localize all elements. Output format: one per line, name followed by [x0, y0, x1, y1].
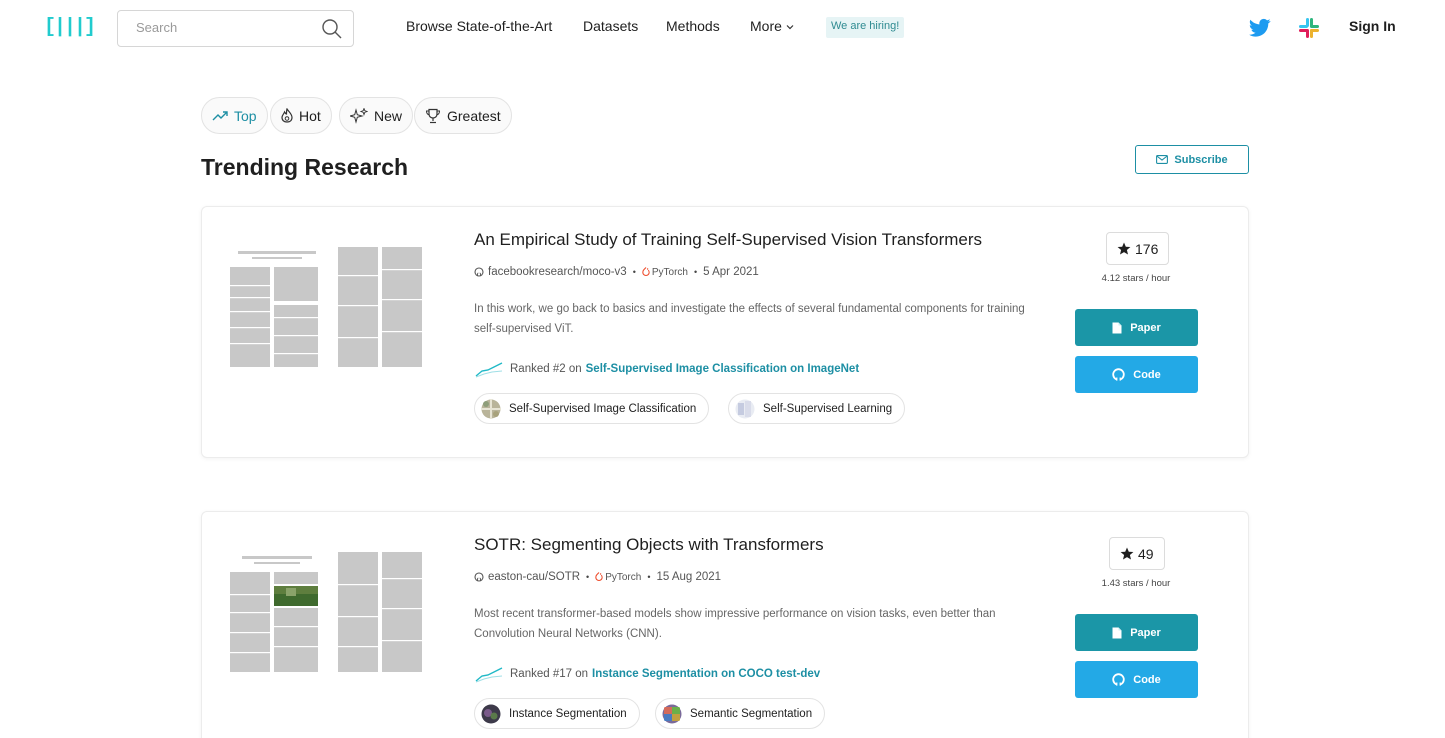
code-button-label: Code [1133, 673, 1161, 686]
tab-new-label: New [374, 107, 403, 124]
github-icon [474, 572, 484, 582]
flame-icon [281, 108, 293, 123]
separator-dot: • [647, 572, 651, 582]
subscribe-button[interactable]: Subscribe [1135, 145, 1249, 174]
nav-more-label: More [750, 18, 782, 34]
pytorch-icon [595, 572, 603, 582]
framework-label: PyTorch [605, 571, 642, 583]
tab-top-label: Top [234, 107, 257, 124]
paper-thumbnail[interactable] [224, 550, 434, 676]
paper-title[interactable]: An Empirical Study of Training Self-Supe… [474, 230, 982, 250]
task-thumbnail-icon [481, 704, 501, 723]
paper-button-label: Paper [1130, 626, 1161, 639]
tab-top[interactable]: Top [201, 97, 268, 134]
paper-card: SOTR: Segmenting Objects with Transforme… [201, 511, 1249, 738]
sparkles-icon [350, 107, 368, 124]
rank-benchmark-link[interactable]: Instance Segmentation on COCO test-dev [592, 668, 820, 680]
task-tag-label: Semantic Segmentation [690, 707, 813, 720]
task-tag-label: Self-Supervised Image Classification [509, 402, 697, 415]
star-icon [1120, 547, 1134, 560]
paper-title[interactable]: SOTR: Segmenting Objects with Transforme… [474, 535, 824, 555]
paper-abstract: In this work, we go back to basics and i… [474, 303, 1025, 335]
separator-dot: • [586, 572, 590, 582]
code-button[interactable]: Code [1075, 356, 1198, 393]
paper-meta: facebookresearch/moco-v3 • PyTorch • 5 A… [474, 266, 759, 278]
chevron-down-icon [786, 25, 794, 30]
document-icon [1112, 322, 1122, 333]
star-count: 49 [1138, 545, 1154, 562]
subscribe-label: Subscribe [1174, 153, 1228, 166]
github-stars: 49 [1109, 537, 1165, 570]
task-thumbnail-icon [481, 398, 501, 419]
star-count: 176 [1135, 240, 1159, 257]
hiring-badge[interactable]: We are hiring! [826, 17, 905, 38]
sign-in-link[interactable]: Sign In [1349, 18, 1396, 34]
papers-with-code-logo[interactable]: [|||] [44, 16, 96, 40]
sota-chart-icon [475, 362, 503, 378]
nav-datasets[interactable]: Datasets [583, 18, 638, 34]
github-icon [1112, 673, 1125, 686]
rank-text: Ranked #17 on [510, 668, 589, 680]
separator-dot: • [694, 267, 698, 277]
tab-hot-label: Hot [299, 107, 321, 124]
search-icon[interactable] [321, 18, 343, 40]
framework-label: PyTorch [651, 266, 688, 278]
paper-card: An Empirical Study of Training Self-Supe… [201, 206, 1249, 458]
separator-dot: • [632, 267, 636, 277]
paper-meta: easton-cau/SOTR • PyTorch • 15 Aug 2021 [474, 571, 721, 583]
pytorch-icon [642, 267, 650, 277]
paper-abstract: Most recent transformer-based models sho… [474, 608, 996, 640]
task-tag-label: Instance Segmentation [509, 707, 627, 720]
github-stars: 176 [1106, 232, 1170, 265]
tab-new[interactable]: New [339, 97, 414, 134]
task-thumbnail-icon [662, 704, 682, 723]
code-button[interactable]: Code [1075, 661, 1198, 698]
stars-per-hour: 1.43 stars / hour [1101, 578, 1171, 589]
task-tag[interactable]: Instance Segmentation [474, 698, 640, 729]
nav-more[interactable]: More [750, 18, 795, 34]
github-icon [474, 267, 484, 277]
nav-methods[interactable]: Methods [666, 18, 720, 34]
repo-link[interactable]: facebookresearch/moco-v3 [488, 266, 627, 278]
paper-date: 5 Apr 2021 [703, 266, 759, 278]
stars-per-hour: 4.12 stars / hour [1101, 273, 1171, 284]
paper-button-label: Paper [1130, 321, 1161, 334]
document-icon [1112, 627, 1122, 638]
repo-link[interactable]: easton-cau/SOTR [488, 571, 580, 583]
task-thumbnail-icon [735, 399, 755, 418]
top-navbar: [|||] Browse State-of-the-Art Datasets M… [0, 0, 1445, 56]
slack-icon[interactable] [1298, 17, 1320, 39]
paper-button[interactable]: Paper [1075, 309, 1198, 346]
page-title: Trending Research [201, 154, 409, 180]
envelope-icon [1156, 155, 1169, 164]
nav-browse-sota[interactable]: Browse State-of-the-Art [406, 18, 552, 34]
task-tag[interactable]: Semantic Segmentation [655, 698, 826, 729]
rank-text: Ranked #2 on [510, 363, 582, 375]
star-icon [1117, 242, 1131, 255]
ranking-line: Ranked #17 on Instance Segmentation on C… [474, 664, 820, 684]
paper-date: 15 Aug 2021 [656, 571, 722, 583]
search-input[interactable] [136, 20, 316, 35]
search-box [117, 10, 354, 47]
code-button-label: Code [1133, 368, 1161, 381]
paper-button[interactable]: Paper [1075, 614, 1198, 651]
sota-chart-icon [475, 667, 503, 683]
ranking-line: Ranked #2 on Self-Supervised Image Class… [474, 359, 859, 379]
trophy-icon [425, 108, 441, 123]
paper-thumbnail[interactable] [224, 245, 434, 371]
task-tag-label: Self-Supervised Learning [763, 402, 893, 415]
tab-greatest[interactable]: Greatest [414, 97, 512, 134]
tab-greatest-label: Greatest [447, 107, 501, 124]
trending-icon [212, 110, 228, 120]
github-icon [1112, 368, 1125, 381]
twitter-icon[interactable] [1249, 18, 1271, 38]
task-tag[interactable]: Self-Supervised Image Classification [474, 393, 710, 424]
task-tag[interactable]: Self-Supervised Learning [728, 393, 906, 424]
tab-hot[interactable]: Hot [270, 97, 332, 134]
rank-benchmark-link[interactable]: Self-Supervised Image Classification on … [586, 363, 860, 375]
